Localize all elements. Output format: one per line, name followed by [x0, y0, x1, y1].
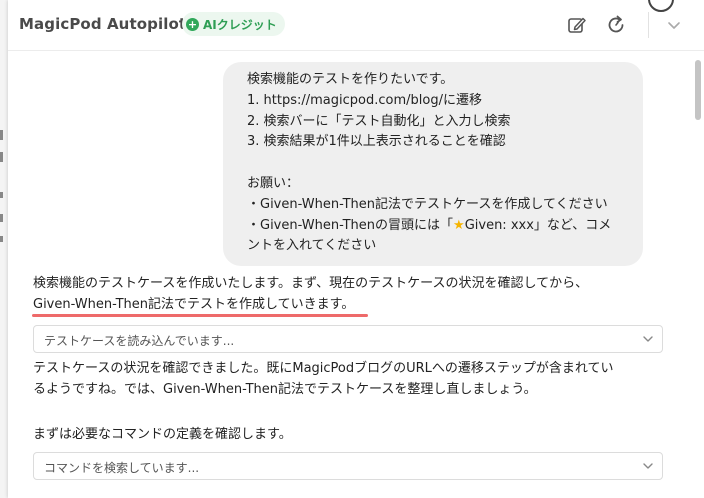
assistant-message: 検索機能のテストケースを作成いたします。まず、現在のテストケースの状況を確認して… [33, 273, 643, 315]
chevron-down-icon [643, 336, 653, 342]
ai-credit-badge[interactable]: + AIクレジット [182, 12, 285, 36]
message-line: 1. https://magicpod.com/blog/に遷移 [247, 92, 482, 108]
background-window [0, 0, 8, 498]
chevron-down-icon[interactable] [663, 14, 685, 36]
message-line [247, 153, 633, 174]
message-line: お願い： [247, 175, 300, 191]
tool-status-dropdown[interactable]: コマンドを検索しています... [33, 452, 663, 480]
scrollbar-thumb[interactable] [695, 60, 701, 120]
tool-status-dropdown[interactable]: テストケースを読み込んでいます... [33, 325, 663, 353]
edit-icon[interactable] [566, 14, 588, 36]
message-line: テストケースの状況を確認できました。既にMagicPodブログのURLへの遷移ス… [33, 361, 614, 376]
highlight-underline [32, 314, 368, 317]
message-line: 検索機能のテストケースを作成いたします。まず、現在のテストケースの状況を確認して… [33, 276, 589, 291]
background-mark [0, 130, 3, 140]
user-message: 検索機能のテストを作りたいです。 1. https://magicpod.com… [223, 62, 643, 266]
ai-credit-label: AIクレジット [203, 17, 277, 32]
credit-icon: + [186, 17, 199, 31]
message-line: Given-When-Then記法でテストを作成していきます。 [33, 297, 355, 312]
assistant-message: まずは必要なコマンドの定義を確認します。 [33, 424, 643, 445]
message-line: 2. 検索バーに「テスト自動化」と入力し検索 [247, 113, 511, 129]
background-mark [0, 152, 3, 162]
message-line: まずは必要なコマンドの定義を確認します。 [33, 427, 292, 442]
message-line: 検索機能のテストを作りたいです。 [247, 72, 454, 87]
message-text: Given: xxx」など、コメ [464, 217, 612, 233]
background-mark [0, 214, 3, 222]
header-divider [648, 12, 649, 38]
chat-area: 検索機能のテストを作りたいです。 1. https://magicpod.com… [8, 50, 692, 498]
message-line: ・Given-When-Then記法でテストケースを作成してください [247, 196, 608, 212]
message-line: 3. 検索結果が1件以上表示されることを確認 [247, 134, 506, 150]
search-icon [648, 0, 674, 12]
panel-title: MagicPod Autopilot [19, 15, 187, 33]
background-mark [0, 236, 3, 242]
tool-status-label: テストケースを読み込んでいます... [44, 334, 235, 348]
star-icon: ★ [453, 217, 465, 233]
chevron-down-icon [643, 463, 653, 469]
assistant-message: テストケースの状況を確認できました。既にMagicPodブログのURLへの遷移ス… [33, 358, 643, 400]
refresh-icon[interactable] [605, 14, 627, 36]
message-text: ・Given-When-Thenの冒頭には「 [247, 217, 454, 233]
chat-scrollbar[interactable] [694, 54, 702, 494]
message-line: ントを入れてください [247, 238, 377, 254]
background-mark [0, 192, 3, 198]
panel-header: MagicPod Autopilot + AIクレジット [8, 0, 704, 51]
tool-status-label: コマンドを検索しています... [44, 461, 200, 475]
autopilot-panel: MagicPod Autopilot + AIクレジット 検索機能のテストを作り… [8, 0, 704, 498]
message-line: ・Given-When-Thenの冒頭には「★Given: xxx」など、コメ [247, 216, 633, 237]
message-line: るようですね。では、Given-When-Then記法でテストケースを整理し直し… [33, 382, 537, 397]
